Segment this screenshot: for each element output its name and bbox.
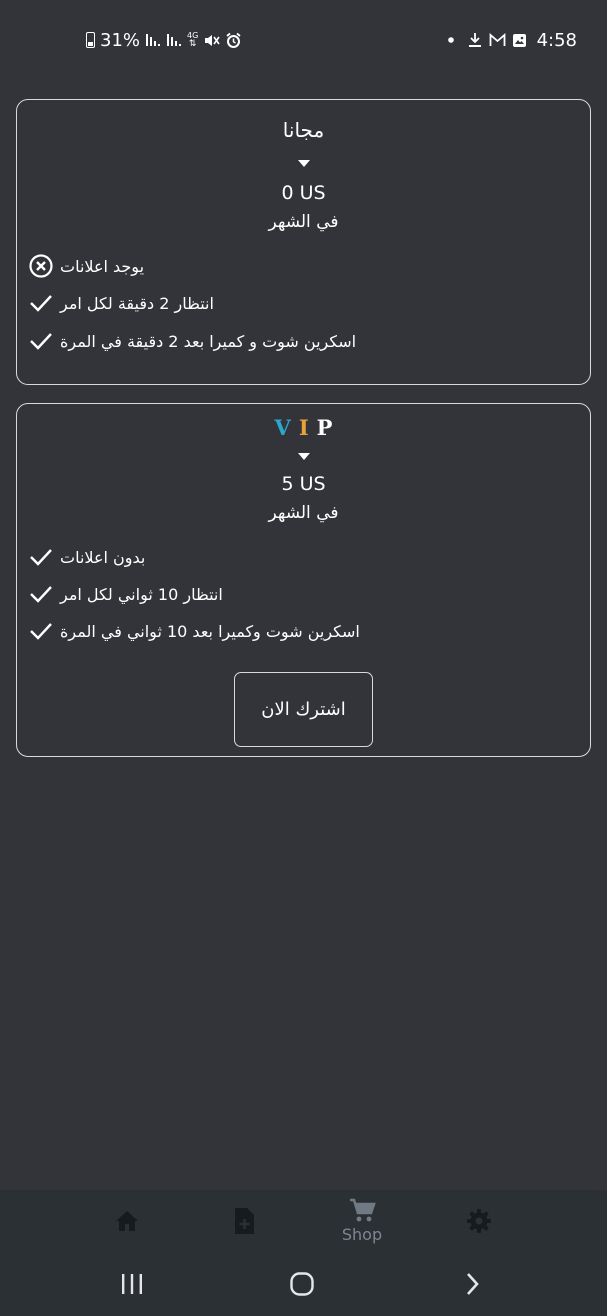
feature-text: انتظار 10 ثواني لكل امر [60, 584, 223, 604]
alarm-icon [225, 32, 242, 49]
signal-icon [166, 32, 182, 48]
recents-button[interactable] [102, 1252, 162, 1316]
clock: 4:58 [536, 29, 577, 51]
feature-text: يوجد اعلانات [60, 256, 145, 276]
feature-text: اسكرين شوت و كميرا بعد 2 دقيقة في المرة [60, 331, 357, 351]
vip-plan-card: VIP 5 US في الشهر بدون اعلانات انتظار 10… [16, 403, 591, 757]
system-nav-bar [0, 1252, 607, 1316]
home-button[interactable] [272, 1252, 332, 1316]
nav-home[interactable] [97, 1190, 157, 1252]
x-circle-icon [29, 254, 53, 278]
dot-icon [447, 36, 461, 44]
vip-letter-v: V [274, 415, 299, 440]
status-left-group: 31% 4G ⇅ [86, 28, 242, 52]
plan-price: 5 US [281, 473, 326, 495]
check-icon [29, 330, 53, 352]
feature-item: انتظار 10 ثواني لكل امر [29, 581, 223, 607]
nav-shop-label: Shop [341, 1225, 383, 1244]
free-plan-card: مجانا 0 US في الشهر يوجد اعلانات انتظار … [16, 99, 591, 385]
vip-letter-p: P [316, 415, 333, 440]
data-4g-icon: 4G ⇅ [187, 31, 199, 49]
feature-item: يوجد اعلانات [29, 253, 144, 279]
feature-item: اسكرين شوت وكميرا بعد 10 ثواني في المرة [29, 618, 360, 644]
feature-text: انتظار 2 دقيقة لكل امر [60, 293, 214, 313]
status-right-group: 4:58 [447, 28, 577, 52]
feature-item: انتظار 2 دقيقة لكل امر [29, 290, 214, 316]
mute-icon [203, 32, 220, 49]
plan-title: مجانا [282, 118, 325, 142]
gallery-icon [512, 33, 527, 48]
nav-shop[interactable]: Shop [332, 1190, 392, 1252]
plan-period: في الشهر [268, 503, 339, 523]
gmail-icon [489, 33, 506, 47]
status-bar: 31% 4G ⇅ 4:58 [0, 0, 607, 78]
home-icon [116, 1211, 138, 1231]
subscribe-button[interactable]: اشترك الان [234, 672, 373, 747]
feature-text: بدون اعلانات [60, 547, 146, 567]
plan-period: في الشهر [268, 212, 339, 232]
signal-icon [145, 32, 161, 48]
battery-icon [86, 32, 95, 48]
back-button[interactable] [442, 1252, 502, 1316]
feature-text: اسكرين شوت وكميرا بعد 10 ثواني في المرة [60, 621, 360, 641]
check-icon [29, 292, 53, 314]
add-file-icon [235, 1208, 254, 1234]
plan-price: 0 US [281, 182, 326, 204]
download-icon [467, 32, 483, 48]
check-icon [29, 583, 53, 605]
recents-icon [122, 1274, 142, 1294]
check-icon [29, 546, 53, 568]
vip-letter-i: I [298, 415, 317, 440]
home-circle-icon [290, 1272, 314, 1296]
battery-percent: 31% [100, 29, 141, 51]
caret-down-icon [297, 160, 310, 167]
feature-item: بدون اعلانات [29, 544, 145, 570]
gear-icon [467, 1209, 491, 1233]
check-icon [29, 620, 53, 642]
caret-down-icon [297, 453, 310, 460]
nav-new-file[interactable] [214, 1190, 274, 1252]
back-chevron-icon [467, 1273, 479, 1295]
bottom-nav: Shop [0, 1190, 607, 1252]
feature-item: اسكرين شوت و كميرا بعد 2 دقيقة في المرة [29, 328, 356, 354]
cart-icon [350, 1198, 376, 1222]
nav-settings[interactable] [449, 1190, 509, 1252]
vip-title: VIP [17, 415, 590, 440]
